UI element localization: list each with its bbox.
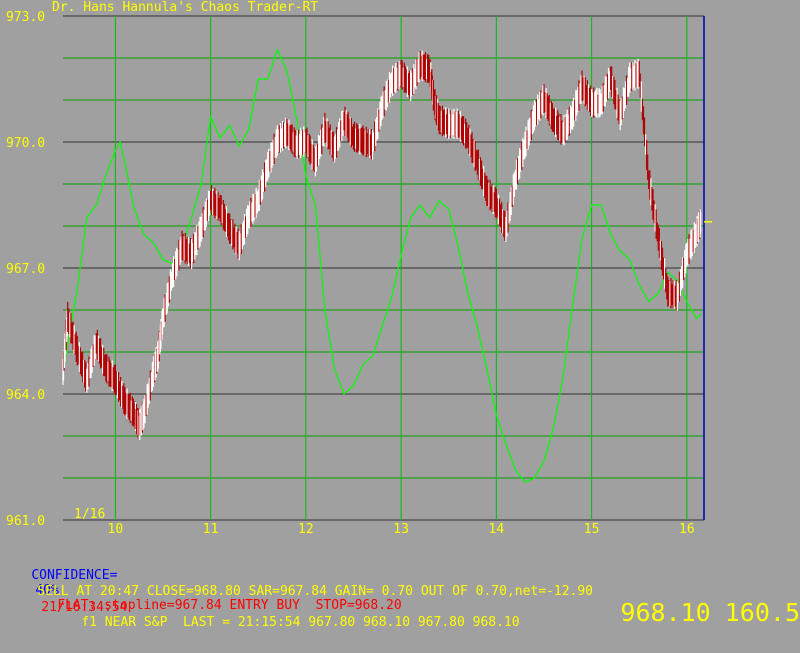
status-row-confidence: CONFIDENCE= 40% FLAT: stopline=967.84 EN… [0,553,800,613]
y-tick-label: 973.0 [6,10,45,25]
big-value: 160.5 [724,598,800,627]
date-label: 1/16 [74,507,105,522]
big-price: 968.10 [620,598,711,627]
x-tick-label: 11 [203,522,219,537]
price-chart: 973.0 970.0 967.0 964.0 961.0 10 11 12 13 14 15 16 1… [6,10,712,537]
x-tick-label: 14 [489,522,505,537]
y-tick-label: 967.0 [6,262,45,277]
x-tick-label: 15 [584,522,600,537]
timestamp-text: 21/16:34:54 [41,600,128,615]
y-tick-label: 970.0 [6,136,45,151]
x-tick-label: 13 [393,522,409,537]
x-tick-label: 16 [679,522,695,537]
window-title: Dr. Hans Hannula's Chaos Trader-RT [52,0,319,15]
quote-text: f1 NEAR S&P LAST = 21:15:54 967.80 968.1… [81,615,520,630]
y-tick-label: 961.0 [6,514,45,529]
x-tick-label: 12 [298,522,314,537]
y-tick-label: 964.0 [6,388,45,403]
chaos-trader-window: 973.0 970.0 967.0 964.0 961.0 10 11 12 13 14 15 16 1… [0,0,800,630]
x-tick-label: 10 [108,522,124,537]
big-readout: 968.10 160.5 [560,574,800,652]
